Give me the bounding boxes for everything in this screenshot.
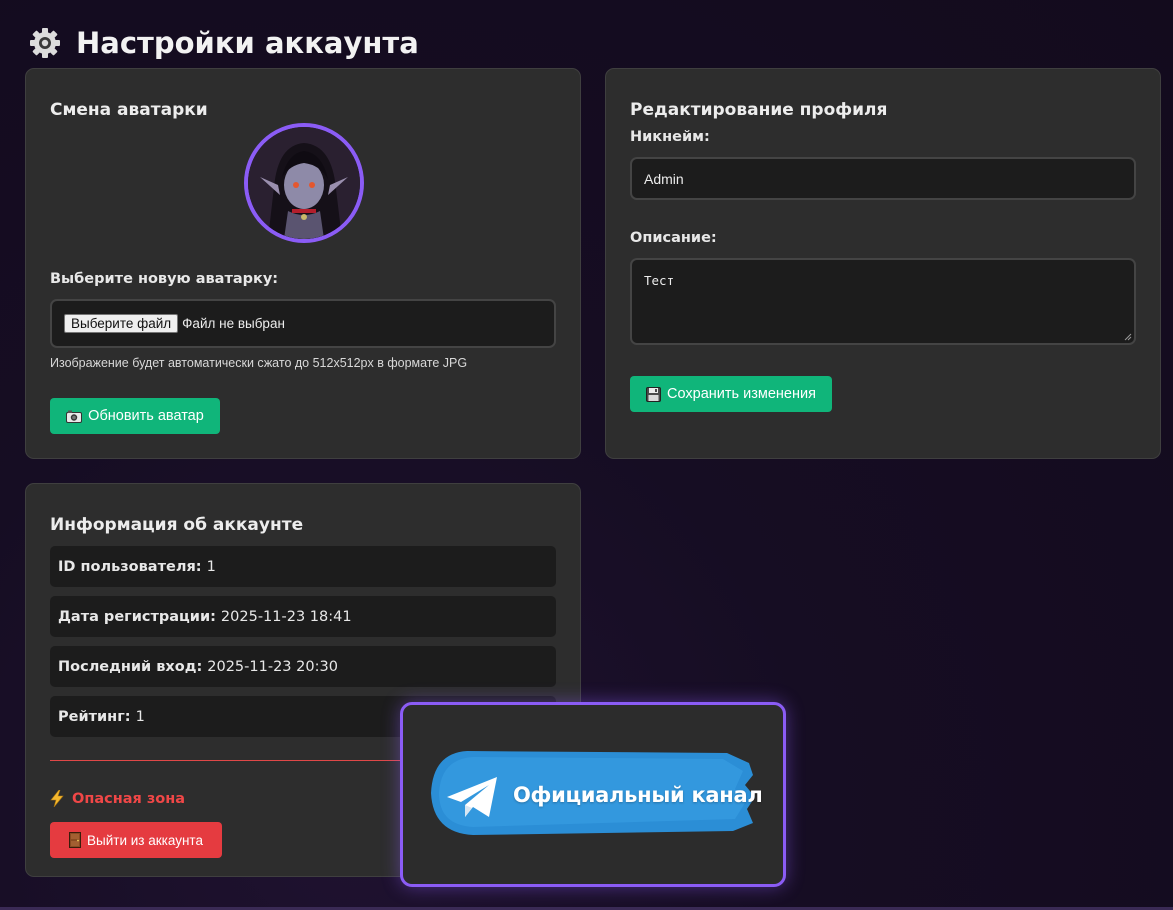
telegram-banner-text: Официальный канал — [513, 783, 763, 807]
update-avatar-label: Обновить аватар — [88, 408, 204, 424]
info-row-user-id: ID пользователя: 1 — [50, 546, 556, 587]
profile-card: Редактирование профиля Никнейм: Admin Оп… — [605, 68, 1161, 459]
avatar-select-label: Выберите новую аватарку: — [50, 271, 279, 287]
avatar-image — [248, 127, 360, 239]
danger-zone-title: Опасная зона — [72, 790, 186, 807]
description-value: Тест — [644, 273, 675, 288]
update-avatar-button[interactable]: Обновить аватар — [50, 398, 220, 434]
nickname-input[interactable]: Admin — [630, 157, 1136, 200]
account-info-title: Информация об аккаунте — [50, 515, 304, 535]
floppy-disk-icon — [646, 386, 662, 402]
description-label: Описание: — [630, 230, 717, 246]
page-header: Настройки аккаунта — [28, 26, 419, 60]
avatar-card-title: Смена аватарки — [50, 100, 208, 120]
danger-zone-heading: Опасная зона — [50, 790, 185, 807]
avatar-hint: Изображение будет автоматически сжато до… — [50, 356, 468, 370]
description-textarea[interactable]: Тест — [630, 258, 1136, 345]
info-value: 2025-11-23 20:30 — [207, 658, 338, 675]
info-row-registration-date: Дата регистрации: 2025-11-23 18:41 — [50, 596, 556, 637]
info-row-last-login: Последний вход: 2025-11-23 20:30 — [50, 646, 556, 687]
resize-handle-icon[interactable] — [1124, 333, 1132, 341]
nickname-value: Admin — [644, 170, 684, 187]
info-value: 1 — [135, 708, 145, 725]
info-label: Последний вход: — [58, 658, 203, 675]
camera-icon — [66, 410, 83, 423]
avatar — [244, 123, 364, 243]
gear-icon — [30, 28, 60, 58]
info-label: ID пользователя: — [58, 558, 202, 575]
info-value: 1 — [206, 558, 216, 575]
telegram-icon — [447, 777, 497, 817]
logout-button[interactable]: Выйти из аккаунта — [50, 822, 222, 858]
page-title: Настройки аккаунта — [76, 26, 419, 60]
info-value: 2025-11-23 18:41 — [220, 608, 352, 625]
lightning-icon — [50, 790, 64, 807]
telegram-banner[interactable]: Официальный канал — [400, 702, 786, 887]
info-label: Рейтинг: — [58, 708, 131, 725]
file-status-text: Файл не выбран — [182, 316, 285, 331]
info-label: Дата регистрации: — [58, 608, 216, 625]
door-icon — [69, 832, 82, 848]
avatar-card: Смена аватарки Выберите новую аватарку: … — [25, 68, 581, 459]
choose-file-button[interactable]: Выберите файл — [64, 314, 179, 333]
logout-label: Выйти из аккаунта — [87, 832, 203, 848]
avatar-file-input[interactable]: Выберите файл Файл не выбран — [50, 299, 556, 348]
save-profile-button[interactable]: Сохранить изменения — [630, 376, 832, 412]
profile-card-title: Редактирование профиля — [630, 100, 888, 120]
save-profile-label: Сохранить изменения — [667, 386, 816, 402]
nickname-label: Никнейм: — [630, 129, 710, 145]
